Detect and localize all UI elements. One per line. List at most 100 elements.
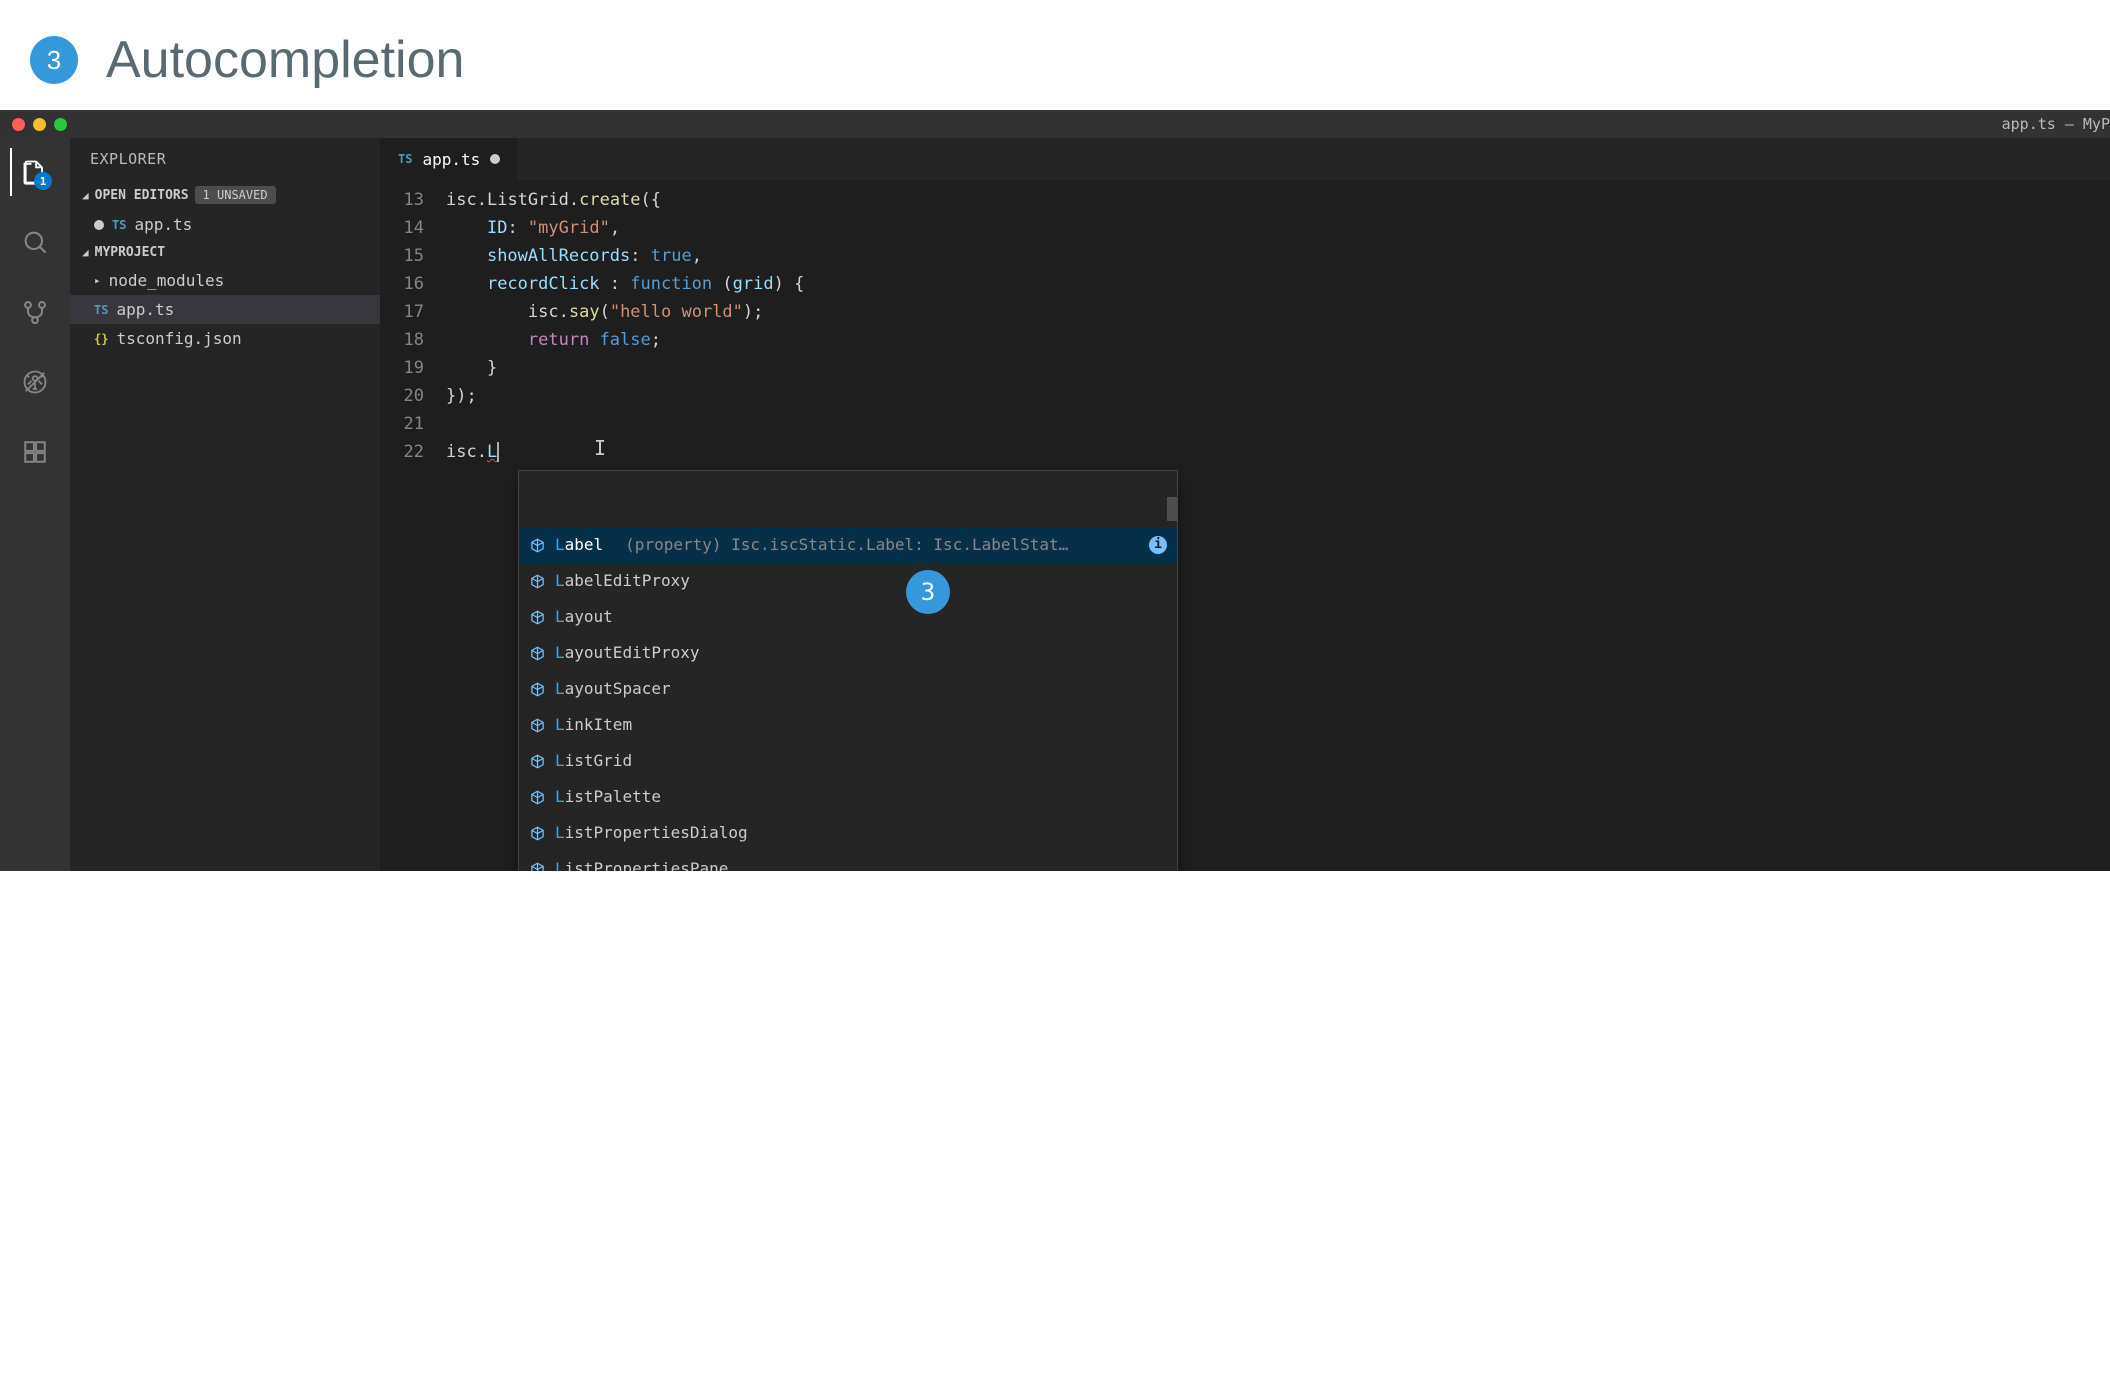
property-icon xyxy=(529,861,545,871)
code-line: showAllRecords: true, xyxy=(446,242,2110,270)
suggestion-detail: (property) Isc.iscStatic.Label: Isc.Labe… xyxy=(625,531,1139,559)
debug-icon[interactable] xyxy=(11,358,59,406)
suggestion-label: LabelEditProxy xyxy=(555,567,690,595)
file-name: tsconfig.json xyxy=(116,329,241,348)
line-number: 17 xyxy=(380,298,424,326)
autocomplete-item[interactable]: Label (property) Isc.iscStatic.Label: Isc… xyxy=(519,527,1177,563)
chevron-down-icon: ◢ xyxy=(82,189,89,202)
traffic-lights xyxy=(12,118,67,131)
property-icon xyxy=(529,789,545,805)
project-header[interactable]: ◢ MYPROJECT xyxy=(70,239,380,266)
vscode-window: app.ts — MyP 1 EXPLORER ◢ xyxy=(0,110,2110,871)
suggestion-label: LinkItem xyxy=(555,711,632,739)
unsaved-badge: 1 UNSAVED xyxy=(195,186,276,204)
property-icon xyxy=(529,681,545,697)
suggestion-label: ListPropertiesPane xyxy=(555,855,728,871)
property-icon xyxy=(529,573,545,589)
line-number: 15 xyxy=(380,242,424,270)
line-number: 21 xyxy=(380,410,424,438)
activity-bar: 1 xyxy=(0,138,70,871)
line-gutter: 13141516171819202122 xyxy=(380,186,446,871)
file-item[interactable]: {} tsconfig.json xyxy=(70,324,380,353)
slide-title: Autocompletion xyxy=(106,30,464,90)
autocomplete-item[interactable]: LayoutSpacer xyxy=(519,671,1177,707)
info-icon[interactable]: i xyxy=(1149,536,1167,554)
autocomplete-item[interactable]: LinkItem xyxy=(519,707,1177,743)
code-editor[interactable]: 13141516171819202122 isc.ListGrid.create… xyxy=(380,180,2110,871)
chevron-down-icon: ◢ xyxy=(82,246,89,259)
slide-header: 3 Autocompletion xyxy=(0,0,2110,110)
line-number: 22 xyxy=(380,438,424,466)
autocomplete-item[interactable]: ListPalette xyxy=(519,779,1177,815)
suggestion-label: Layout xyxy=(555,603,613,631)
property-icon xyxy=(529,537,545,553)
window-title: app.ts — MyP xyxy=(2002,110,2110,138)
project-label: MYPROJECT xyxy=(95,245,165,260)
search-icon[interactable] xyxy=(11,218,59,266)
autocomplete-item[interactable]: LabelEditProxy xyxy=(519,563,1177,599)
folder-item[interactable]: ▸ node_modules xyxy=(70,266,380,295)
property-icon xyxy=(529,825,545,841)
autocomplete-item[interactable]: LayoutEditProxy xyxy=(519,635,1177,671)
explorer-sidebar: EXPLORER ◢ OPEN EDITORS 1 UNSAVED TS app.… xyxy=(70,138,380,871)
code-line: return false; xyxy=(446,326,2110,354)
line-number: 14 xyxy=(380,214,424,242)
property-icon xyxy=(529,717,545,733)
close-window-button[interactable] xyxy=(12,118,25,131)
suggestion-label: Label xyxy=(555,531,603,559)
minimize-window-button[interactable] xyxy=(33,118,46,131)
explorer-badge: 1 xyxy=(34,172,52,190)
json-icon: {} xyxy=(94,332,108,346)
scrollbar[interactable] xyxy=(1167,497,1177,521)
file-name: app.ts xyxy=(134,215,192,234)
text-cursor-icon: I xyxy=(594,434,606,462)
typescript-icon: TS xyxy=(398,152,412,166)
folder-name: node_modules xyxy=(109,271,225,290)
dirty-indicator-icon xyxy=(94,220,104,230)
tab-app-ts[interactable]: TS app.ts xyxy=(380,138,519,180)
typescript-icon: TS xyxy=(94,303,108,317)
open-editors-label: OPEN EDITORS xyxy=(95,188,189,203)
code-line: isc.L xyxy=(446,438,2110,466)
sidebar-title: EXPLORER xyxy=(70,138,380,180)
explorer-icon[interactable]: 1 xyxy=(10,148,58,196)
code-line: isc.say("hello world"); xyxy=(446,298,2110,326)
source-control-icon[interactable] xyxy=(11,288,59,336)
dirty-indicator-icon xyxy=(490,154,500,164)
suggestion-label: LayoutSpacer xyxy=(555,675,671,703)
line-number: 20 xyxy=(380,382,424,410)
code-line: isc.ListGrid.create({ xyxy=(446,186,2110,214)
code-area[interactable]: isc.ListGrid.create({ ID: "myGrid", show… xyxy=(446,186,2110,871)
autocomplete-item[interactable]: ListGrid xyxy=(519,743,1177,779)
code-line: }); xyxy=(446,382,2110,410)
property-icon xyxy=(529,753,545,769)
titlebar: app.ts — MyP xyxy=(0,110,2110,138)
typescript-icon: TS xyxy=(112,218,126,232)
tab-label: app.ts xyxy=(422,150,480,169)
code-line: recordClick : function (grid) { xyxy=(446,270,2110,298)
code-line: } xyxy=(446,354,2110,382)
line-number: 19 xyxy=(380,354,424,382)
suggestion-label: ListGrid xyxy=(555,747,632,775)
autocomplete-item[interactable]: ListPropertiesDialog xyxy=(519,815,1177,851)
code-line: ID: "myGrid", xyxy=(446,214,2110,242)
file-name: app.ts xyxy=(116,300,174,319)
autocomplete-item[interactable]: ListPropertiesPane xyxy=(519,851,1177,871)
open-editors-header[interactable]: ◢ OPEN EDITORS 1 UNSAVED xyxy=(70,180,380,210)
extensions-icon[interactable] xyxy=(11,428,59,476)
suggestion-label: LayoutEditProxy xyxy=(555,639,700,667)
line-number: 16 xyxy=(380,270,424,298)
callout-badge: 3 xyxy=(906,570,950,614)
open-editor-item[interactable]: TS app.ts xyxy=(70,210,380,239)
suggestion-label: ListPalette xyxy=(555,783,661,811)
code-line xyxy=(446,410,2110,438)
chevron-right-icon: ▸ xyxy=(94,274,101,287)
tabs-bar: TS app.ts xyxy=(380,138,2110,180)
autocomplete-popup[interactable]: Label (property) Isc.iscStatic.Label: Isc… xyxy=(518,470,1178,871)
maximize-window-button[interactable] xyxy=(54,118,67,131)
autocomplete-item[interactable]: Layout xyxy=(519,599,1177,635)
step-badge: 3 xyxy=(30,36,78,84)
suggestion-label: ListPropertiesDialog xyxy=(555,819,748,847)
file-item[interactable]: TS app.ts xyxy=(70,295,380,324)
line-number: 13 xyxy=(380,186,424,214)
